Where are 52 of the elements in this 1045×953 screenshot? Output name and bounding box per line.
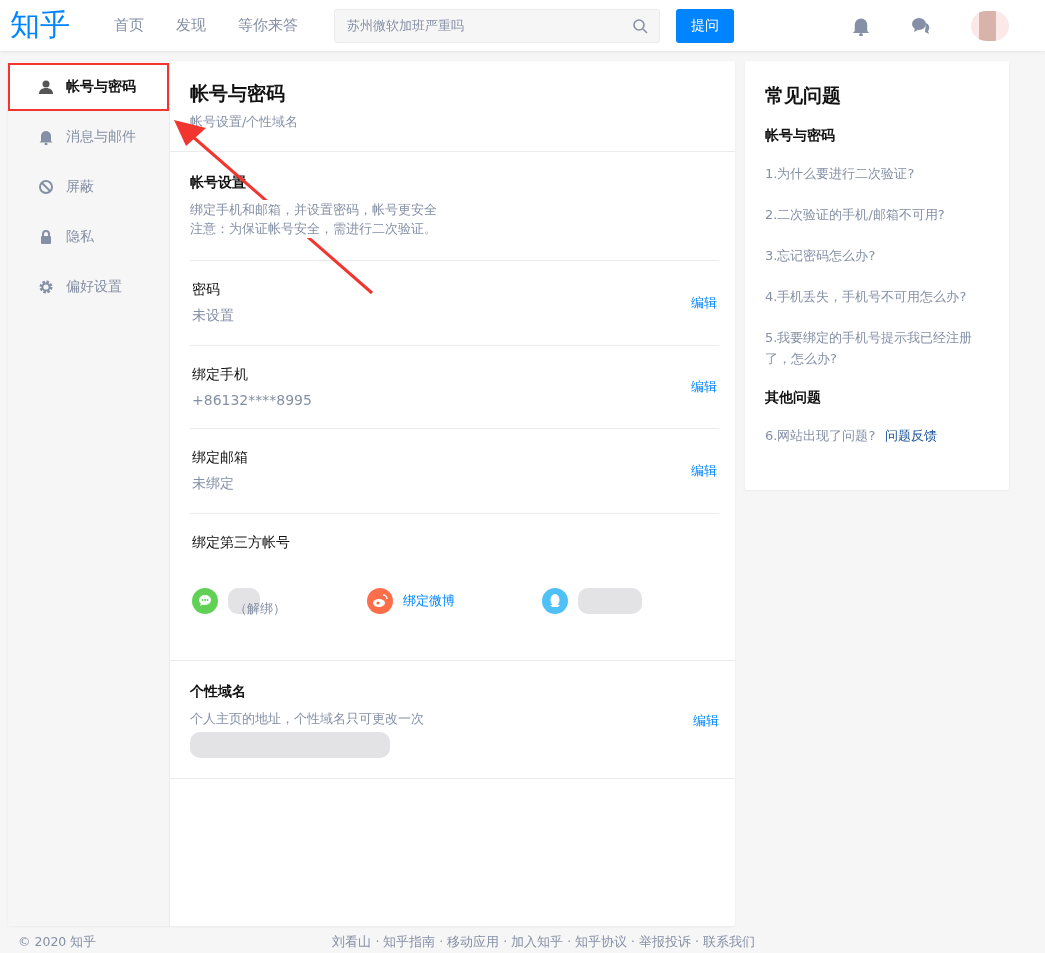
- chat-bubbles-icon[interactable]: [911, 15, 931, 36]
- sidebar-item[interactable]: 帐号与密码: [8, 63, 169, 111]
- page-title: 帐号与密码: [190, 81, 286, 106]
- edit-link[interactable]: 编辑: [691, 294, 717, 312]
- copyright: © 2020 知乎: [18, 934, 97, 951]
- sidebar-item[interactable]: 消息与邮件: [8, 113, 169, 161]
- edit-link[interactable]: 编辑: [693, 711, 719, 730]
- ask-button[interactable]: 提问: [676, 8, 734, 43]
- setting-value: +86132****8995: [192, 392, 312, 408]
- section-title: 个性域名: [190, 683, 247, 701]
- sidebar-item[interactable]: 偏好设置: [8, 263, 169, 311]
- chat-bubble-icon: [192, 588, 218, 614]
- nav-link[interactable]: 等你来答: [238, 16, 298, 35]
- blurred-patch: [578, 588, 642, 614]
- search-icon[interactable]: [632, 17, 648, 34]
- lock-icon: [38, 229, 54, 245]
- unbind-link[interactable]: （解绑）: [234, 600, 286, 618]
- faq-title: 常见问题: [765, 83, 842, 108]
- section-note: 绑定手机和邮箱，并设置密码，帐号更安全: [190, 200, 437, 219]
- faq-group-title: 其他问题: [765, 389, 822, 407]
- user-icon: [38, 79, 54, 95]
- sidebar-item[interactable]: 屏蔽: [8, 163, 169, 211]
- faq-question[interactable]: 6.网站出现了问题?: [765, 425, 876, 446]
- setting-label: 绑定第三方帐号: [192, 534, 291, 552]
- edit-link[interactable]: 编辑: [691, 462, 717, 480]
- avatar[interactable]: [971, 10, 1009, 41]
- setting-label: 绑定邮箱: [192, 449, 248, 467]
- faq-question[interactable]: 1.为什么要进行二次验证?: [765, 163, 915, 184]
- setting-value: 未绑定: [192, 475, 235, 493]
- logo[interactable]: 知乎: [10, 5, 70, 46]
- blurred-patch: [228, 588, 260, 614]
- gear-icon: [38, 279, 54, 295]
- sidebar-item[interactable]: 隐私: [8, 213, 169, 261]
- faq-group-title: 帐号与密码: [765, 127, 836, 145]
- search-field[interactable]: 苏州微软加班严重吗: [334, 8, 660, 43]
- footer-links[interactable]: 刘看山 · 知乎指南 · 移动应用 · 加入知乎 · 知乎协议 · 举报投诉 · 联系我们: [332, 934, 755, 951]
- section-note: 个人主页的地址，个性域名只可更改一次: [190, 709, 424, 728]
- bind-link[interactable]: 绑定微博: [403, 592, 455, 610]
- nav-link[interactable]: 首页: [114, 16, 144, 35]
- faq-question[interactable]: 2.二次验证的手机/邮箱不可用?: [765, 204, 945, 225]
- penguin-icon: [542, 588, 568, 614]
- ban-icon: [38, 179, 54, 195]
- edit-link[interactable]: 编辑: [691, 378, 717, 396]
- faq-question[interactable]: 5.我要绑定的手机号提示我已经注册了，怎么办?: [765, 327, 989, 369]
- nav-link[interactable]: 发现: [176, 16, 206, 35]
- faq-question[interactable]: 4.手机丢失，手机号不可用怎么办?: [765, 286, 967, 307]
- setting-label: 绑定手机: [192, 366, 249, 384]
- feedback-link[interactable]: 问题反馈: [885, 428, 938, 443]
- setting-label: 密码: [192, 281, 221, 299]
- bell-icon: [38, 129, 54, 145]
- faq-question[interactable]: 3.忘记密码怎么办?: [765, 245, 876, 266]
- setting-value: 未设置: [192, 307, 234, 325]
